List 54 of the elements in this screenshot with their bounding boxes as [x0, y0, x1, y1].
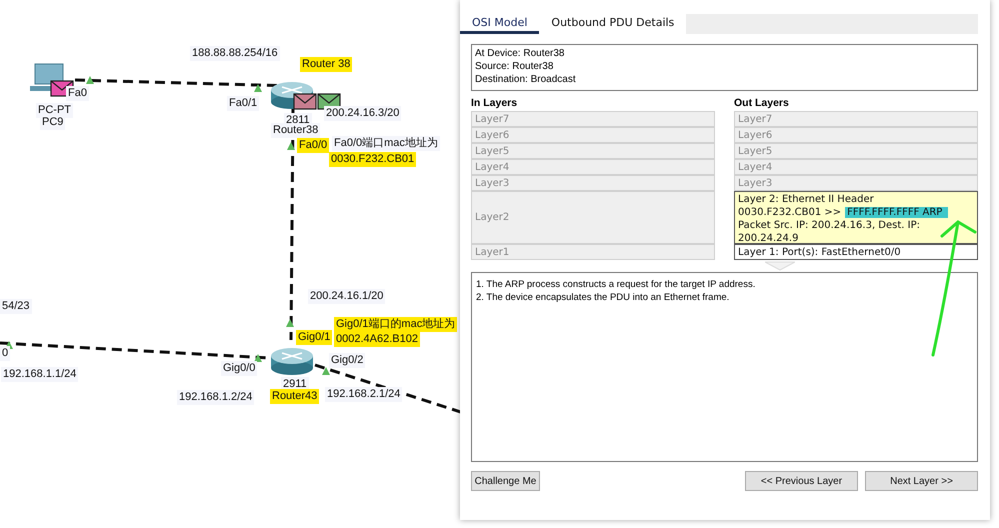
layer-row[interactable]: Layer5	[734, 143, 978, 159]
topology-label: 192.168.1.1/24	[1, 367, 78, 382]
topology-label: 188.88.88.254/16	[190, 46, 280, 61]
topology-label: 200.24.16.1/20	[308, 289, 386, 304]
description-box: 1. The ARP process constructs a request for the target IP address. 2. The device encapsulates the PDU into an Ethernet frame.	[471, 272, 978, 462]
link-status-icon	[287, 142, 295, 150]
layer-row[interactable]: Layer6	[471, 127, 715, 143]
envelope-icon	[293, 93, 317, 110]
challenge-button[interactable]: Challenge Me	[471, 471, 540, 491]
topology-label: Gig0/1	[296, 330, 332, 345]
layer-row[interactable]: Layer1	[471, 244, 715, 260]
tab[interactable]: OSI Model	[460, 14, 540, 34]
layer-row[interactable]: Layer2	[471, 191, 715, 244]
previous-layer-button[interactable]: << Previous Layer	[745, 471, 858, 491]
topology-label: Fa0/0	[297, 138, 330, 153]
layer-row[interactable]: Layer3	[734, 175, 978, 191]
link-status-icon	[286, 319, 294, 327]
link-status-icon	[254, 354, 262, 362]
layer-row[interactable]: Layer 2: Ethernet II Header 0030.F232.CB01 >> FFFF.FFFF.FFFF ARP Packet Src. IP: 200.24.16.3, Dest. IP: 200.24.24.9	[734, 191, 978, 244]
layer-row[interactable]: Layer4	[734, 159, 978, 175]
topology-label: Router38	[271, 123, 320, 138]
chevron-down-icon[interactable]	[764, 261, 794, 271]
topology-label: Gig0/2	[329, 353, 366, 368]
topology-label: 192.168.1.2/24	[177, 390, 254, 405]
link-status-icon	[322, 367, 330, 375]
layer-row[interactable]: Layer7	[734, 111, 978, 127]
layer-row[interactable]: Layer6	[734, 127, 978, 143]
layer-row[interactable]: Layer 1: Port(s): FastEthernet0/0	[734, 244, 978, 260]
topology-label: 200.24.16.3/20	[324, 106, 402, 121]
column-title: Out Layers	[734, 97, 790, 111]
next-layer-button[interactable]: Next Layer >>	[865, 471, 978, 491]
layer-row[interactable]: Layer4	[471, 159, 715, 175]
topology-label: 0	[0, 346, 10, 361]
layer-row[interactable]: Layer5	[471, 143, 715, 159]
topology-label: PC9	[40, 115, 66, 130]
topology-label: Fa0/1	[227, 96, 260, 111]
layer-row[interactable]: Layer3	[471, 175, 715, 191]
topology-label: 0002.4A62.B102	[334, 332, 420, 347]
topology-label: Router 38	[300, 57, 352, 72]
topology-label: Fa0	[66, 86, 89, 101]
topology-label: 192.168.2.1/24	[325, 387, 402, 402]
link-status-icon	[254, 84, 262, 92]
topology-label: Gig0/0	[221, 361, 258, 376]
topology-label: Router43	[270, 389, 320, 404]
topology-label: Gig0/1端口的mac地址为	[334, 317, 458, 332]
info-box: At Device: Router38 Source: Router38 Destination: Broadcast	[471, 44, 978, 91]
topology-label: 0030.F232.CB01	[329, 152, 416, 167]
router-icon	[271, 348, 313, 375]
link-status-icon	[86, 76, 94, 84]
topology-label: 54/23	[0, 299, 32, 314]
column-title: In Layers	[471, 97, 518, 111]
topology-label: Fa0/0端口mac地址为	[332, 136, 440, 151]
layer-row[interactable]: Layer7	[471, 111, 715, 127]
tab[interactable]: Outbound PDU Details	[539, 14, 686, 34]
